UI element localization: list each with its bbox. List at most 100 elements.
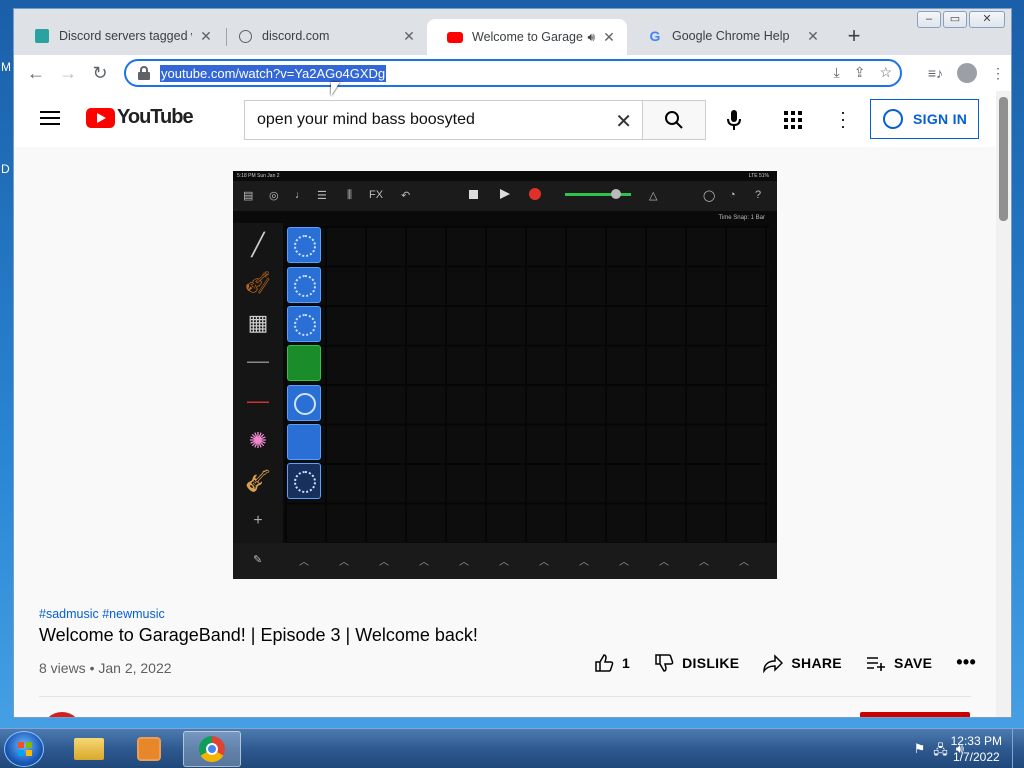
fx-label: FX xyxy=(369,189,384,201)
menu-icon[interactable] xyxy=(40,111,60,125)
loop-cell xyxy=(287,345,321,381)
share-icon[interactable]: ⇪ xyxy=(854,64,866,81)
bookmark-star-icon[interactable]: ☆ xyxy=(879,64,892,81)
loop-cell xyxy=(287,267,321,303)
sign-in-button[interactable]: SIGN IN xyxy=(870,99,979,139)
tab-title: Discord servers tagged w xyxy=(59,29,192,43)
omnibox-actions: ⤓ ⇪ ☆ xyxy=(834,64,893,81)
voice-search-button[interactable] xyxy=(722,108,746,132)
guitar-icon: 🎸︎ xyxy=(244,468,272,493)
tab-discord[interactable]: discord.com ✕ xyxy=(217,19,427,53)
video-player[interactable]: 5:18 PM Sun Jan 2 LTE 51% ▤ ◎ ♩ ☰ ⫼ FX ↶… xyxy=(233,171,777,579)
like-button[interactable]: 1 xyxy=(594,653,630,673)
strings-icon: 🎻︎ xyxy=(244,270,272,295)
more-horizontal-icon: ••• xyxy=(956,652,977,672)
taskbar-chrome[interactable] xyxy=(183,731,241,767)
tab-discord-servers[interactable]: Discord servers tagged w ✕ xyxy=(14,19,224,53)
thumbs-up-icon xyxy=(595,653,614,672)
address-bar[interactable]: youtube.com/watch?v=Ya2AGo4GXDg ⤓ ⇪ ☆ xyxy=(124,59,902,87)
caret-up-icon: ︿ xyxy=(739,557,749,568)
apps-grid-icon[interactable] xyxy=(784,111,802,129)
section-divider xyxy=(39,696,971,697)
toolbar-right: ≡♪ ⋮ xyxy=(928,63,1005,83)
share-button[interactable]: SHARE xyxy=(763,653,842,673)
ipad-status-bar: 5:18 PM Sun Jan 2 LTE 51% xyxy=(233,171,777,181)
speaker-icon[interactable]: 🔊︎ xyxy=(587,30,595,45)
keyboard-icon: ▦ xyxy=(247,310,269,335)
microphone-icon xyxy=(727,110,741,130)
search-icon xyxy=(665,111,683,129)
sparkle-icon: ✺ xyxy=(248,428,268,453)
like-count: 1 xyxy=(622,654,631,671)
live-loops-grid xyxy=(285,226,769,542)
network-icon[interactable]: 🖧︎ xyxy=(933,741,948,763)
settings-more-icon[interactable]: · · · xyxy=(840,103,846,135)
media-control-icon[interactable]: ≡♪ xyxy=(928,65,943,81)
more-actions-button[interactable]: ••• xyxy=(956,652,976,673)
chrome-icon xyxy=(199,736,225,762)
scrollbar-thumb[interactable] xyxy=(999,97,1008,221)
caret-up-icon: ︿ xyxy=(499,557,509,568)
youtube-logo-text: YouTube xyxy=(117,106,194,128)
playlist-add-icon xyxy=(866,656,885,671)
show-desktop-button[interactable] xyxy=(1012,729,1024,768)
close-tab-icon[interactable]: ✕ xyxy=(198,28,214,45)
undo-icon: ↶ xyxy=(401,190,411,202)
reload-icon[interactable]: ↻ xyxy=(84,63,116,84)
install-icon[interactable]: ⤓ xyxy=(834,64,840,81)
account-icon xyxy=(883,109,903,129)
clock-date: 1/7/2022 xyxy=(952,750,1000,764)
tab-chrome-help[interactable]: G Google Chrome Help ✕ xyxy=(627,19,831,53)
forward-icon[interactable]: → xyxy=(52,63,84,84)
close-tab-icon[interactable]: ✕ xyxy=(805,28,821,45)
page-scrollbar[interactable] xyxy=(996,91,1011,717)
close-tab-icon[interactable]: ✕ xyxy=(401,28,417,45)
youtube-play-icon xyxy=(86,107,115,128)
chrome-window: – ▭ ✕ Discord servers tagged w ✕ discord… xyxy=(13,8,1012,718)
video-meta: 8 views • Jan 2, 2022 xyxy=(39,660,172,676)
new-tab-button[interactable]: + xyxy=(842,25,866,47)
instrument-column: ╱ 🎻︎ ▦ — — ✺ 🎸︎ + xyxy=(233,223,283,543)
search-button[interactable] xyxy=(642,100,706,140)
ipad-battery: LTE 51% xyxy=(748,173,769,179)
ipad-time: 5:18 PM Sun Jan 2 xyxy=(237,173,280,179)
eq-icon: ⫼ xyxy=(347,189,353,201)
caret-up-icon: ︿ xyxy=(699,557,709,568)
taskbar-explorer[interactable] xyxy=(60,731,118,767)
media-player-icon xyxy=(137,737,161,761)
dislike-button[interactable]: DISLIKE xyxy=(654,653,739,673)
action-center-icon[interactable]: ⚑ xyxy=(914,741,926,763)
globe-icon xyxy=(237,28,253,44)
caret-up-icon: ︿ xyxy=(659,557,669,568)
save-button[interactable]: SAVE xyxy=(866,653,932,673)
subscribe-button[interactable] xyxy=(860,712,970,717)
youtube-logo[interactable]: YouTube xyxy=(86,106,194,129)
share-arrow-icon xyxy=(763,653,784,673)
tracks-view-icon: ◎ xyxy=(269,190,279,202)
metronome-icon: △ xyxy=(649,190,658,202)
profile-avatar[interactable] xyxy=(957,63,977,83)
close-tab-icon[interactable]: ✕ xyxy=(601,29,617,46)
channel-avatar[interactable] xyxy=(42,712,82,717)
browser-toolbar: ← → ↻ youtube.com/watch?v=Ya2AGo4GXDg ⤓ … xyxy=(14,55,1011,91)
google-icon: G xyxy=(649,28,661,44)
system-clock[interactable]: 12:33 PM 1/7/2022 xyxy=(951,733,1002,765)
loop-cell xyxy=(287,424,321,460)
lock-icon[interactable] xyxy=(138,66,150,80)
caret-up-icon: ︿ xyxy=(339,557,349,568)
volume-slider xyxy=(565,193,631,196)
back-icon[interactable]: ← xyxy=(20,63,52,84)
youtube-favicon-icon xyxy=(447,29,463,45)
tab-garageband[interactable]: Welcome to GarageBa 🔊︎ ✕ xyxy=(427,19,627,55)
caret-up-icon: ︿ xyxy=(619,557,629,568)
tab-title: discord.com xyxy=(262,29,330,43)
help-icon: ? xyxy=(755,189,762,201)
search-input[interactable]: open your mind bass boosyted ✕ xyxy=(244,100,643,140)
clear-search-icon[interactable]: ✕ xyxy=(615,109,632,134)
video-hashtags[interactable]: #sadmusic #newmusic xyxy=(39,607,165,621)
taskbar-media-player[interactable] xyxy=(120,731,178,767)
chrome-menu-icon[interactable]: ⋮ xyxy=(991,65,1005,82)
url-text[interactable]: youtube.com/watch?v=Ya2AGo4GXDg xyxy=(160,64,387,82)
tab-title: Welcome to GarageBa xyxy=(472,30,583,44)
start-button[interactable] xyxy=(4,731,44,767)
